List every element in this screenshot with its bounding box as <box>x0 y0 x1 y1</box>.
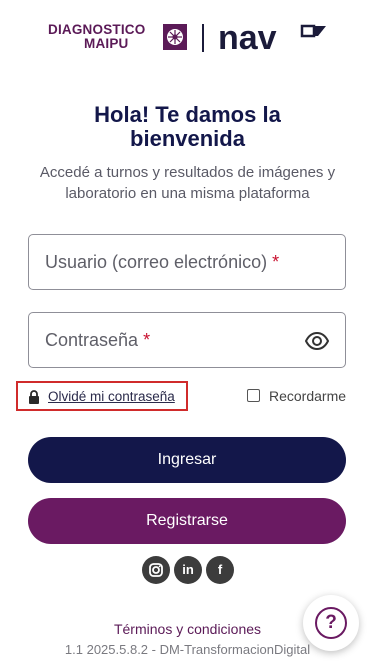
header: DIAGNOSTICO MAIPU nav <box>0 18 375 62</box>
instagram-glyph-icon <box>149 563 163 577</box>
password-label: Contraseña * <box>45 330 150 351</box>
diagnostico-maipu-logo: DIAGNOSTICO MAIPU <box>48 22 187 57</box>
remember-checkbox[interactable] <box>247 389 260 402</box>
nav-logo-text: nav <box>218 22 277 54</box>
title-line1: Hola! Te damos la <box>94 102 281 127</box>
brand-line1: DIAGNOSTICO <box>48 22 146 37</box>
help-button[interactable]: ? <box>303 595 359 651</box>
logo-divider <box>202 24 204 52</box>
lock-icon <box>29 390 39 404</box>
page-subtitle: Accedé a turnos y resultados de imágenes… <box>39 164 336 202</box>
password-field[interactable]: Contraseña * <box>28 312 346 368</box>
facebook-icon[interactable]: f <box>206 556 234 584</box>
required-asterisk: * <box>143 330 151 350</box>
username-field[interactable]: Usuario (correo electrónico) * <box>28 234 346 290</box>
nav-mark-icon <box>300 24 326 38</box>
brand-line2: MAIPU <box>84 36 129 51</box>
nav-logo: nav <box>218 22 326 54</box>
title-line2: bienvenida <box>130 126 245 151</box>
required-asterisk: * <box>272 252 280 272</box>
register-button[interactable]: Registrarse <box>28 498 346 544</box>
login-button[interactable]: Ingresar <box>28 437 346 483</box>
forgot-password-label[interactable]: Olvidé mi contraseña <box>48 389 175 404</box>
instagram-icon[interactable] <box>142 556 170 584</box>
page-title: Hola! Te damos la bienvenida <box>0 103 375 151</box>
help-question-icon: ? <box>315 607 347 639</box>
social-links: in f <box>0 556 375 586</box>
linkedin-icon[interactable]: in <box>174 556 202 584</box>
password-label-text: Contraseña <box>45 330 139 350</box>
show-password-eye-icon[interactable] <box>305 329 329 353</box>
remember-label[interactable]: Recordarme <box>269 388 346 404</box>
username-label-text: Usuario (correo electrónico) <box>45 252 268 272</box>
forgot-password-link[interactable]: Olvidé mi contraseña <box>16 381 188 411</box>
brand-seal-icon <box>163 24 187 50</box>
username-label: Usuario (correo electrónico) * <box>45 252 279 273</box>
